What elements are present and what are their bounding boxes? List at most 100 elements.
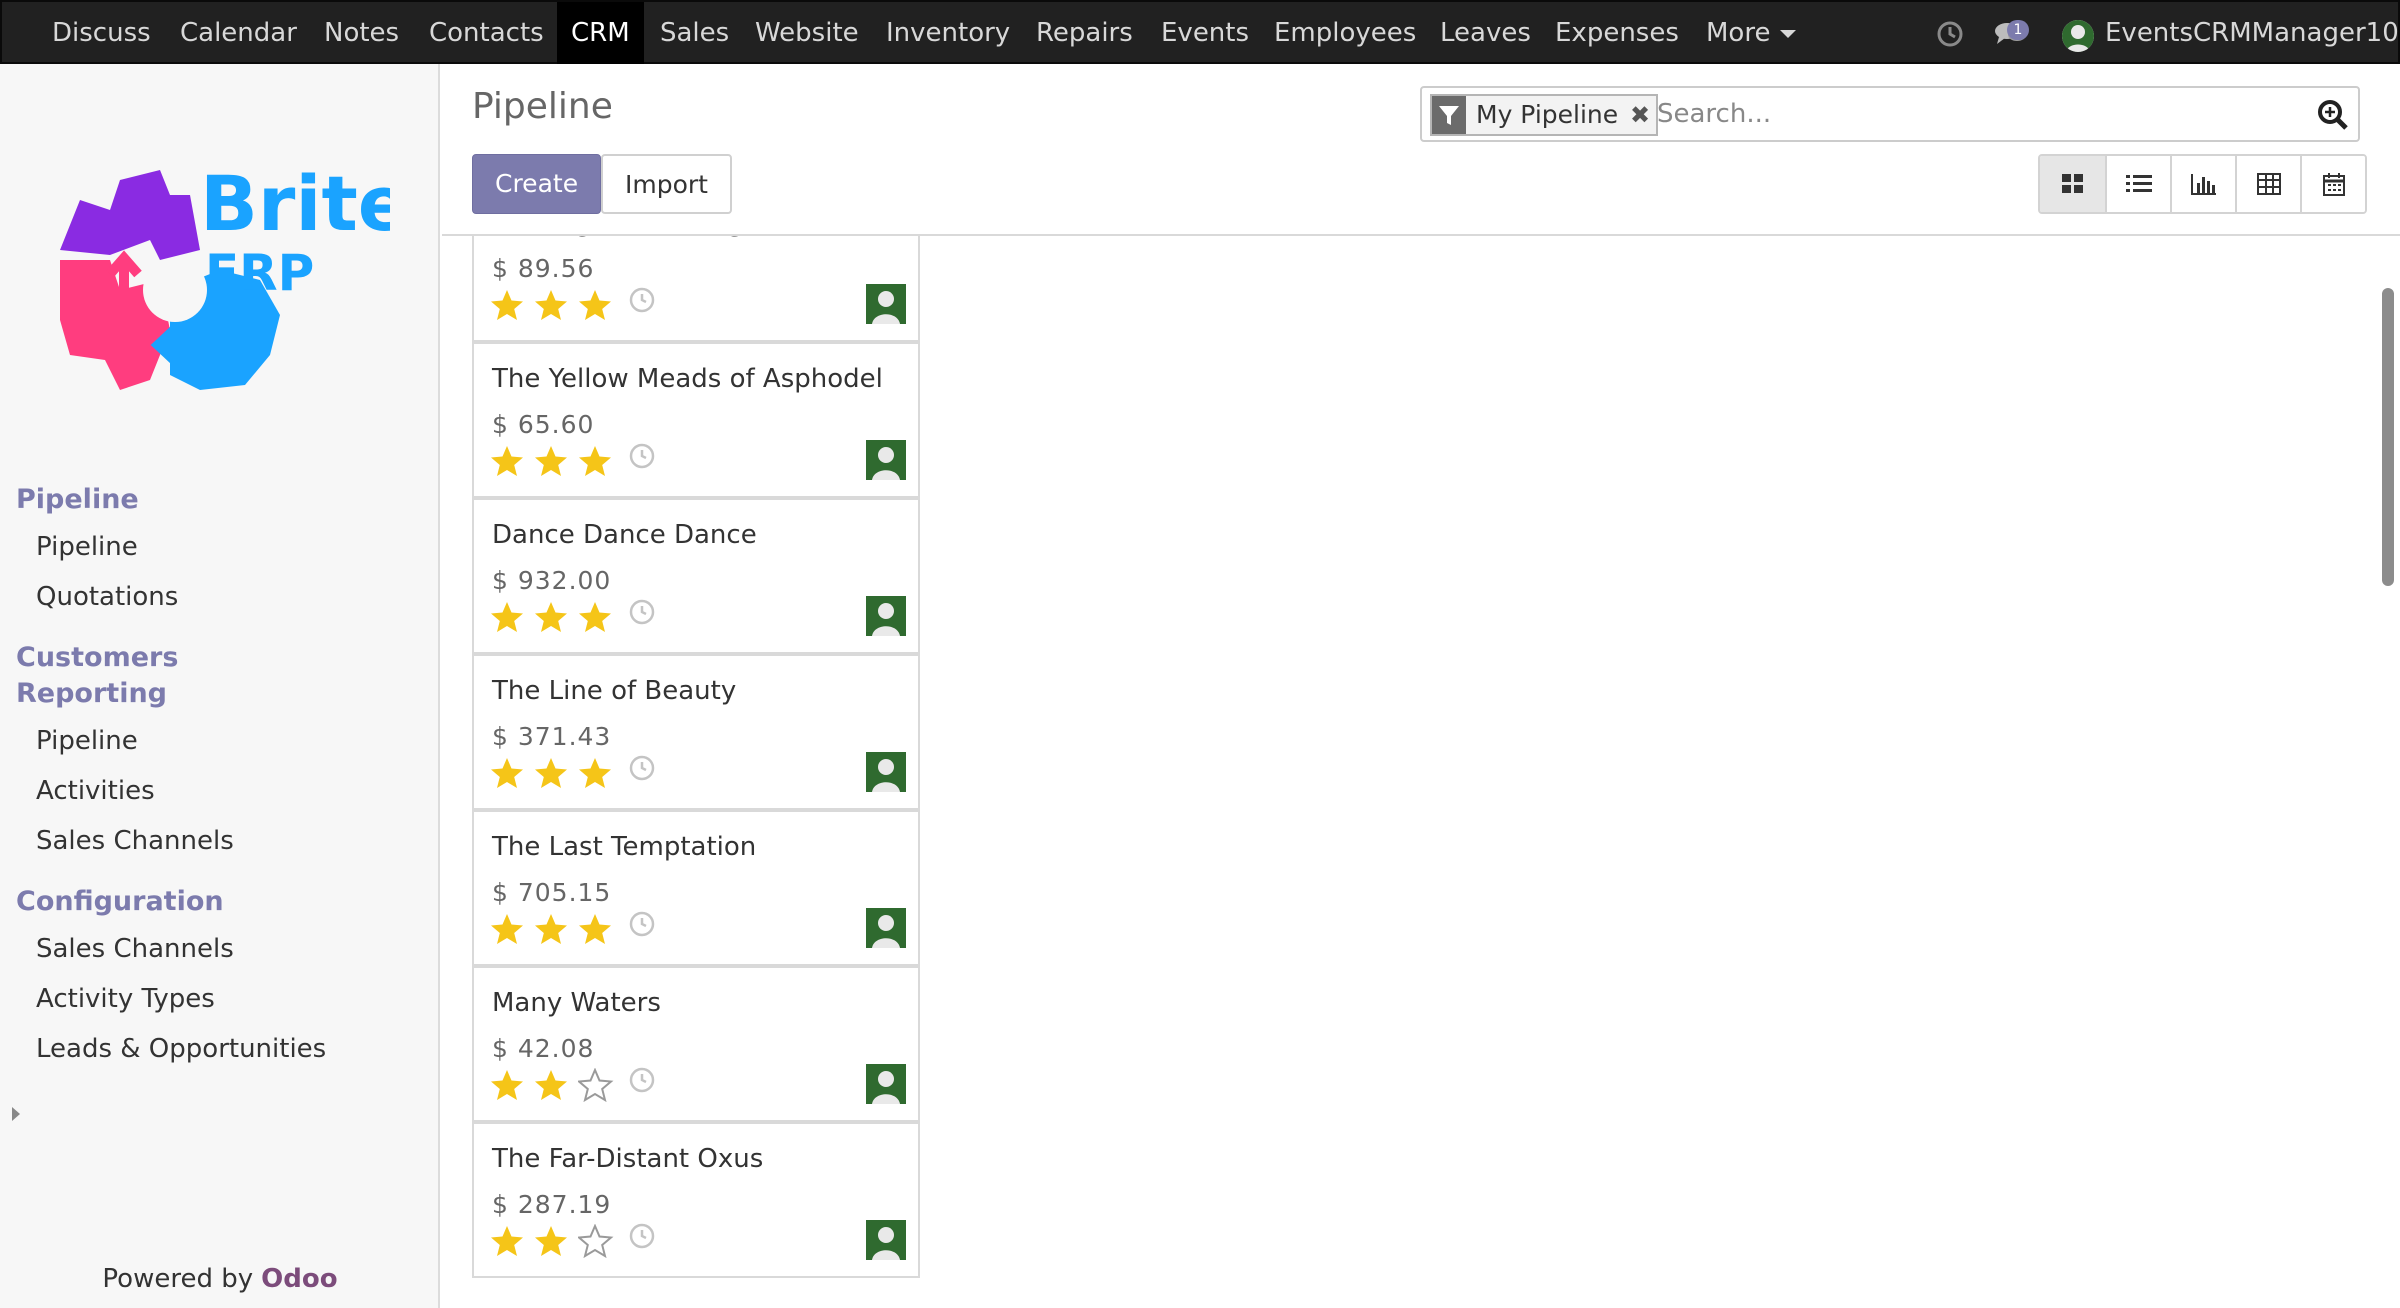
funnel-icon: [1432, 96, 1466, 134]
expand-triangle-icon[interactable]: [12, 1107, 20, 1121]
menu-crm[interactable]: CRM: [557, 2, 644, 64]
clock-icon[interactable]: [1936, 20, 1964, 52]
card-title: Dance Dance Dance: [492, 520, 757, 550]
menu-discuss[interactable]: Discuss: [52, 2, 151, 64]
menu-more[interactable]: More: [1706, 2, 1797, 64]
salesperson-avatar[interactable]: [866, 284, 906, 324]
vertical-scrollbar[interactable]: [2382, 288, 2394, 586]
star-filled-icon[interactable]: [534, 756, 578, 792]
activity-clock-icon[interactable]: [628, 754, 656, 786]
star-filled-icon[interactable]: [490, 288, 534, 324]
activity-clock-icon[interactable]: [628, 910, 656, 942]
menu-events[interactable]: Events: [1161, 2, 1249, 64]
sidebar-item-config-sales-channels[interactable]: Sales Channels: [36, 934, 234, 964]
import-button[interactable]: Import: [601, 154, 732, 214]
star-filled-icon[interactable]: [534, 1224, 578, 1260]
star-filled-icon[interactable]: [490, 1224, 534, 1260]
menu-notes[interactable]: Notes: [324, 2, 399, 64]
kanban-card[interactable]: Cabbages and Kings $ 89.56: [472, 236, 920, 342]
menu-calendar[interactable]: Calendar: [180, 2, 297, 64]
card-amount: $ 705.15: [492, 878, 612, 907]
user-menu[interactable]: EventsCRMManager10: [2105, 2, 2399, 64]
star-filled-icon[interactable]: [578, 600, 622, 636]
star-filled-icon[interactable]: [490, 912, 534, 948]
kanban-view-button[interactable]: [2040, 156, 2105, 212]
sidebar-item-pipeline[interactable]: Pipeline: [36, 532, 138, 562]
menu-contacts[interactable]: Contacts: [429, 2, 544, 64]
star-filled-icon[interactable]: [490, 1068, 534, 1104]
card-amount: $ 287.19: [492, 1190, 612, 1219]
sidebar-item-leads-opportunities[interactable]: Leads & Opportunities: [36, 1034, 326, 1064]
calendar-icon: [2322, 173, 2345, 196]
star-filled-icon[interactable]: [490, 444, 534, 480]
salesperson-avatar[interactable]: [866, 908, 906, 948]
menu-inventory[interactable]: Inventory: [886, 2, 1010, 64]
star-filled-icon[interactable]: [578, 288, 622, 324]
activity-clock-icon[interactable]: [628, 286, 656, 318]
graph-view-button[interactable]: [2170, 156, 2235, 212]
salesperson-avatar[interactable]: [866, 752, 906, 792]
star-empty-icon[interactable]: [578, 1068, 622, 1104]
salesperson-avatar[interactable]: [866, 596, 906, 636]
activity-clock-icon[interactable]: [628, 1066, 656, 1098]
magnifier-icon[interactable]: [2316, 98, 2350, 136]
list-view-button[interactable]: [2105, 156, 2170, 212]
salesperson-avatar[interactable]: [866, 440, 906, 480]
menu-leaves[interactable]: Leaves: [1440, 2, 1531, 64]
bar-chart-icon: [2190, 174, 2216, 195]
create-button[interactable]: Create: [472, 154, 602, 214]
menu-more-label: More: [1706, 18, 1771, 48]
list-icon: [2125, 175, 2152, 192]
star-filled-icon[interactable]: [578, 444, 622, 480]
star-filled-icon[interactable]: [578, 912, 622, 948]
sidebar-heading-customers[interactable]: Customers: [16, 642, 178, 673]
kanban-card[interactable]: The Last Temptation $ 705.15: [472, 810, 920, 966]
sidebar-heading-reporting[interactable]: Reporting: [16, 678, 167, 709]
activity-clock-icon[interactable]: [628, 1222, 656, 1254]
sidebar-item-reporting-sales-channels[interactable]: Sales Channels: [36, 826, 234, 856]
sidebar-heading-pipeline[interactable]: Pipeline: [16, 484, 139, 515]
sidebar-heading-configuration[interactable]: Configuration: [16, 886, 224, 917]
star-filled-icon[interactable]: [534, 1068, 578, 1104]
star-filled-icon[interactable]: [534, 444, 578, 480]
filter-facet[interactable]: My Pipeline ✖: [1430, 94, 1658, 136]
star-empty-icon[interactable]: [578, 1224, 622, 1260]
facet-remove-icon[interactable]: ✖: [1630, 96, 1650, 134]
sidebar-item-reporting-pipeline[interactable]: Pipeline: [36, 726, 138, 756]
sidebar-item-quotations[interactable]: Quotations: [36, 582, 178, 612]
menu-website[interactable]: Website: [755, 2, 859, 64]
star-filled-icon[interactable]: [534, 912, 578, 948]
calendar-view-button[interactable]: [2300, 156, 2365, 212]
brite-erp-logo[interactable]: Brite ERP: [50, 140, 409, 400]
star-filled-icon[interactable]: [578, 756, 622, 792]
kanban-card[interactable]: The Far-Distant Oxus $ 287.19: [472, 1122, 920, 1278]
sidebar-item-activity-types[interactable]: Activity Types: [36, 984, 215, 1014]
star-filled-icon[interactable]: [490, 600, 534, 636]
activity-clock-icon[interactable]: [628, 598, 656, 630]
star-filled-icon[interactable]: [490, 756, 534, 792]
message-count-badge: 1: [2007, 20, 2029, 40]
kanban-card[interactable]: The Line of Beauty $ 371.43: [472, 654, 920, 810]
odoo-link[interactable]: Odoo: [261, 1264, 337, 1294]
sidebar-item-activities[interactable]: Activities: [36, 776, 155, 806]
menu-employees[interactable]: Employees: [1274, 2, 1416, 64]
activity-clock-icon[interactable]: [628, 442, 656, 474]
kanban-card[interactable]: Many Waters $ 42.08: [472, 966, 920, 1122]
menu-repairs[interactable]: Repairs: [1036, 2, 1133, 64]
logo-brite-text: Brite: [200, 159, 390, 248]
user-avatar[interactable]: [2062, 20, 2094, 52]
salesperson-avatar[interactable]: [866, 1220, 906, 1260]
menu-sales[interactable]: Sales: [660, 2, 729, 64]
card-amount: $ 932.00: [492, 566, 612, 595]
salesperson-avatar[interactable]: [866, 1064, 906, 1104]
priority-stars: [490, 600, 622, 636]
kanban-card[interactable]: The Yellow Meads of Asphodel $ 65.60: [472, 342, 920, 498]
search-input[interactable]: [1657, 92, 2277, 136]
powered-by-footer: Powered by Odoo: [0, 1264, 440, 1308]
menu-expenses[interactable]: Expenses: [1555, 2, 1679, 64]
star-filled-icon[interactable]: [534, 600, 578, 636]
priority-stars: [490, 1224, 622, 1260]
star-filled-icon[interactable]: [534, 288, 578, 324]
pivot-view-button[interactable]: [2235, 156, 2300, 212]
kanban-card[interactable]: Dance Dance Dance $ 932.00: [472, 498, 920, 654]
